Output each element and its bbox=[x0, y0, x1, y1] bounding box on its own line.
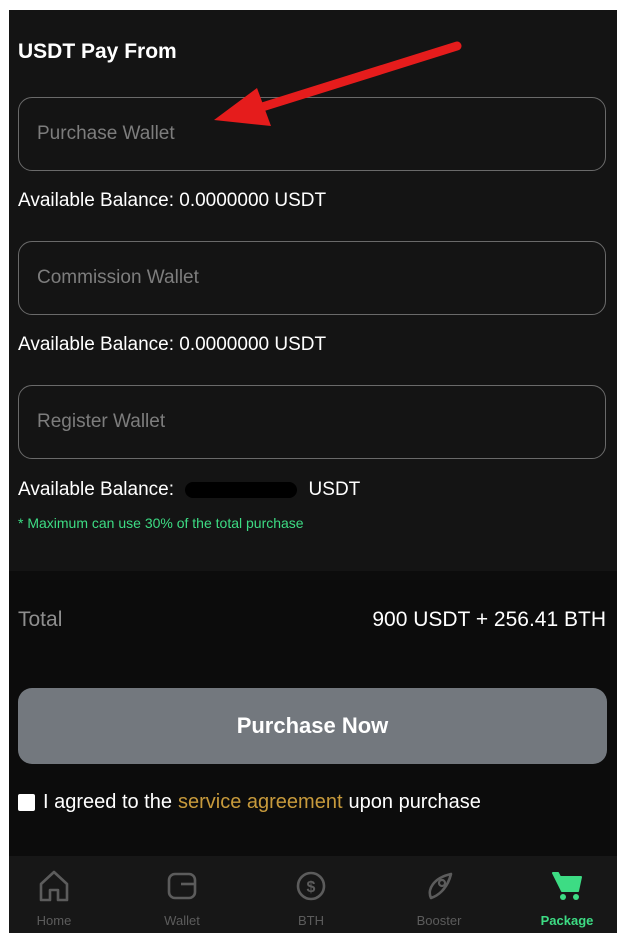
nav-item-bth[interactable]: $ BTH bbox=[271, 856, 351, 933]
pay-from-panel: USDT Pay From Available Balance: 0.00000… bbox=[9, 10, 617, 571]
bottom-nav: Home Wallet $ BTH Booster Package bbox=[9, 856, 617, 933]
dollar-coin-icon: $ bbox=[296, 871, 326, 901]
nav-label-home: Home bbox=[36, 913, 72, 928]
balance-label: Available Balance: bbox=[18, 190, 174, 211]
commission-wallet-balance: Available Balance: 0.0000000 USDT bbox=[18, 334, 326, 356]
nav-item-package[interactable]: Package bbox=[527, 856, 607, 933]
agreement-prefix: I agreed to the bbox=[43, 791, 172, 813]
wallet-icon bbox=[167, 872, 197, 900]
balance-amount: 0.0000000 bbox=[179, 190, 270, 211]
balance-unit: USDT bbox=[308, 479, 361, 500]
purchase-wallet-input[interactable] bbox=[19, 98, 605, 170]
balance-unit: USDT bbox=[274, 190, 327, 211]
commission-wallet-input[interactable] bbox=[19, 242, 605, 314]
cart-icon bbox=[552, 872, 582, 900]
nav-label-bth: BTH bbox=[298, 913, 324, 928]
balance-amount: 0.0000000 bbox=[179, 334, 270, 355]
rocket-icon bbox=[428, 872, 453, 900]
register-wallet-field[interactable] bbox=[18, 385, 606, 459]
section-title: USDT Pay From bbox=[18, 40, 177, 63]
nav-label-package: Package bbox=[540, 913, 594, 928]
nav-label-wallet: Wallet bbox=[164, 913, 200, 928]
balance-label: Available Balance: bbox=[18, 479, 174, 500]
nav-item-home[interactable]: Home bbox=[14, 856, 94, 933]
service-agreement-link[interactable]: service agreement bbox=[178, 791, 343, 814]
max-usage-note: * Maximum can use 30% of the total purch… bbox=[18, 515, 304, 531]
redacted-balance bbox=[185, 481, 298, 498]
balance-unit: USDT bbox=[274, 334, 327, 355]
home-icon bbox=[39, 870, 69, 902]
svg-text:$: $ bbox=[307, 879, 316, 896]
nav-item-wallet[interactable]: Wallet bbox=[142, 856, 222, 933]
nav-item-booster[interactable]: Booster bbox=[399, 856, 479, 933]
total-label: Total bbox=[18, 608, 63, 631]
purchase-wallet-balance: Available Balance: 0.0000000 USDT bbox=[18, 190, 326, 212]
nav-label-booster: Booster bbox=[416, 913, 462, 928]
agreement-checkbox[interactable] bbox=[18, 794, 35, 811]
register-wallet-input[interactable] bbox=[19, 386, 605, 458]
agreement-suffix: upon purchase bbox=[348, 791, 481, 813]
purchase-now-button[interactable]: Purchase Now bbox=[18, 688, 607, 764]
purchase-screen: USDT Pay From Available Balance: 0.00000… bbox=[9, 10, 617, 933]
commission-wallet-field[interactable] bbox=[18, 241, 606, 315]
total-value: 900 USDT + 256.41 BTH bbox=[372, 608, 606, 631]
purchase-wallet-field[interactable] bbox=[18, 97, 606, 171]
balance-label: Available Balance: bbox=[18, 334, 174, 355]
agreement-row: I agreed to the service agreement upon p… bbox=[18, 791, 481, 814]
register-wallet-balance: Available Balance: USDT bbox=[18, 479, 360, 501]
